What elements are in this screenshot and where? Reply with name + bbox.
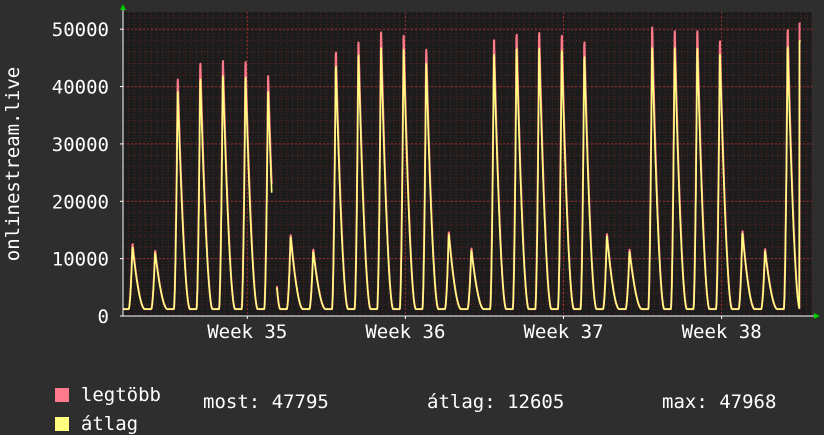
y-tick-label: 50000	[52, 19, 109, 41]
y-axis-title: onlinestream.live	[2, 67, 24, 261]
stat-average: átlag: 12605	[427, 391, 565, 413]
legend-item-avg: átlag	[32, 391, 138, 435]
x-tick-label: Week 38	[682, 321, 762, 343]
y-axis-arrow-icon	[120, 4, 126, 10]
x-tick-label: Week 36	[365, 321, 445, 343]
x-axis-arrow-icon	[814, 313, 820, 319]
y-tick-label: 0	[98, 306, 109, 328]
x-tick-label: Week 37	[523, 321, 603, 343]
x-tick-label: Week 35	[207, 321, 287, 343]
stat-current: most: 47795	[203, 391, 329, 413]
legend-swatch-avg	[54, 417, 69, 431]
y-tick-label: 10000	[52, 249, 109, 271]
y-tick-label: 40000	[52, 77, 109, 99]
stat-max: max: 47968	[662, 391, 777, 413]
y-tick-label: 30000	[52, 134, 109, 156]
y-tick-label: 20000	[52, 191, 109, 213]
legend-label-avg: átlag	[80, 413, 139, 435]
